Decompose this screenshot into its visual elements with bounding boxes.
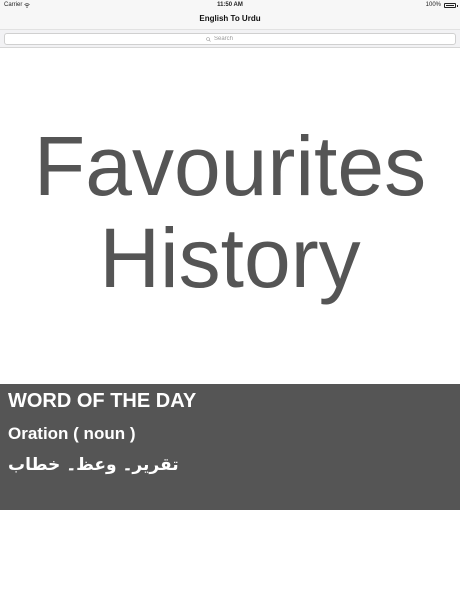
word-of-the-day-translation: تقریر۔ وعظ۔ خطاب bbox=[8, 455, 179, 475]
battery-percent: 100% bbox=[425, 2, 441, 8]
word-of-the-day-panel[interactable]: WORD OF THE DAY Oration ( noun ) تقریر۔ … bbox=[0, 384, 460, 510]
status-right: 100% bbox=[425, 2, 458, 8]
favourites-button[interactable]: Favourites bbox=[0, 120, 460, 212]
status-bar: Carrier 11:50 AM 100% bbox=[0, 0, 460, 10]
main-menu: Favourites History bbox=[0, 120, 460, 304]
search-icon bbox=[206, 36, 211, 42]
status-time: 11:50 AM bbox=[217, 2, 243, 8]
battery-icon bbox=[444, 2, 458, 8]
navigation-bar: English To Urdu bbox=[0, 10, 460, 30]
page-title: English To Urdu bbox=[199, 14, 261, 23]
search-bar bbox=[0, 30, 460, 48]
search-field[interactable] bbox=[4, 33, 456, 45]
word-of-the-day-heading: WORD OF THE DAY bbox=[8, 390, 197, 412]
search-input[interactable] bbox=[214, 35, 254, 43]
history-button[interactable]: History bbox=[0, 212, 460, 304]
word-of-the-day-word: Oration ( noun ) bbox=[8, 424, 136, 443]
